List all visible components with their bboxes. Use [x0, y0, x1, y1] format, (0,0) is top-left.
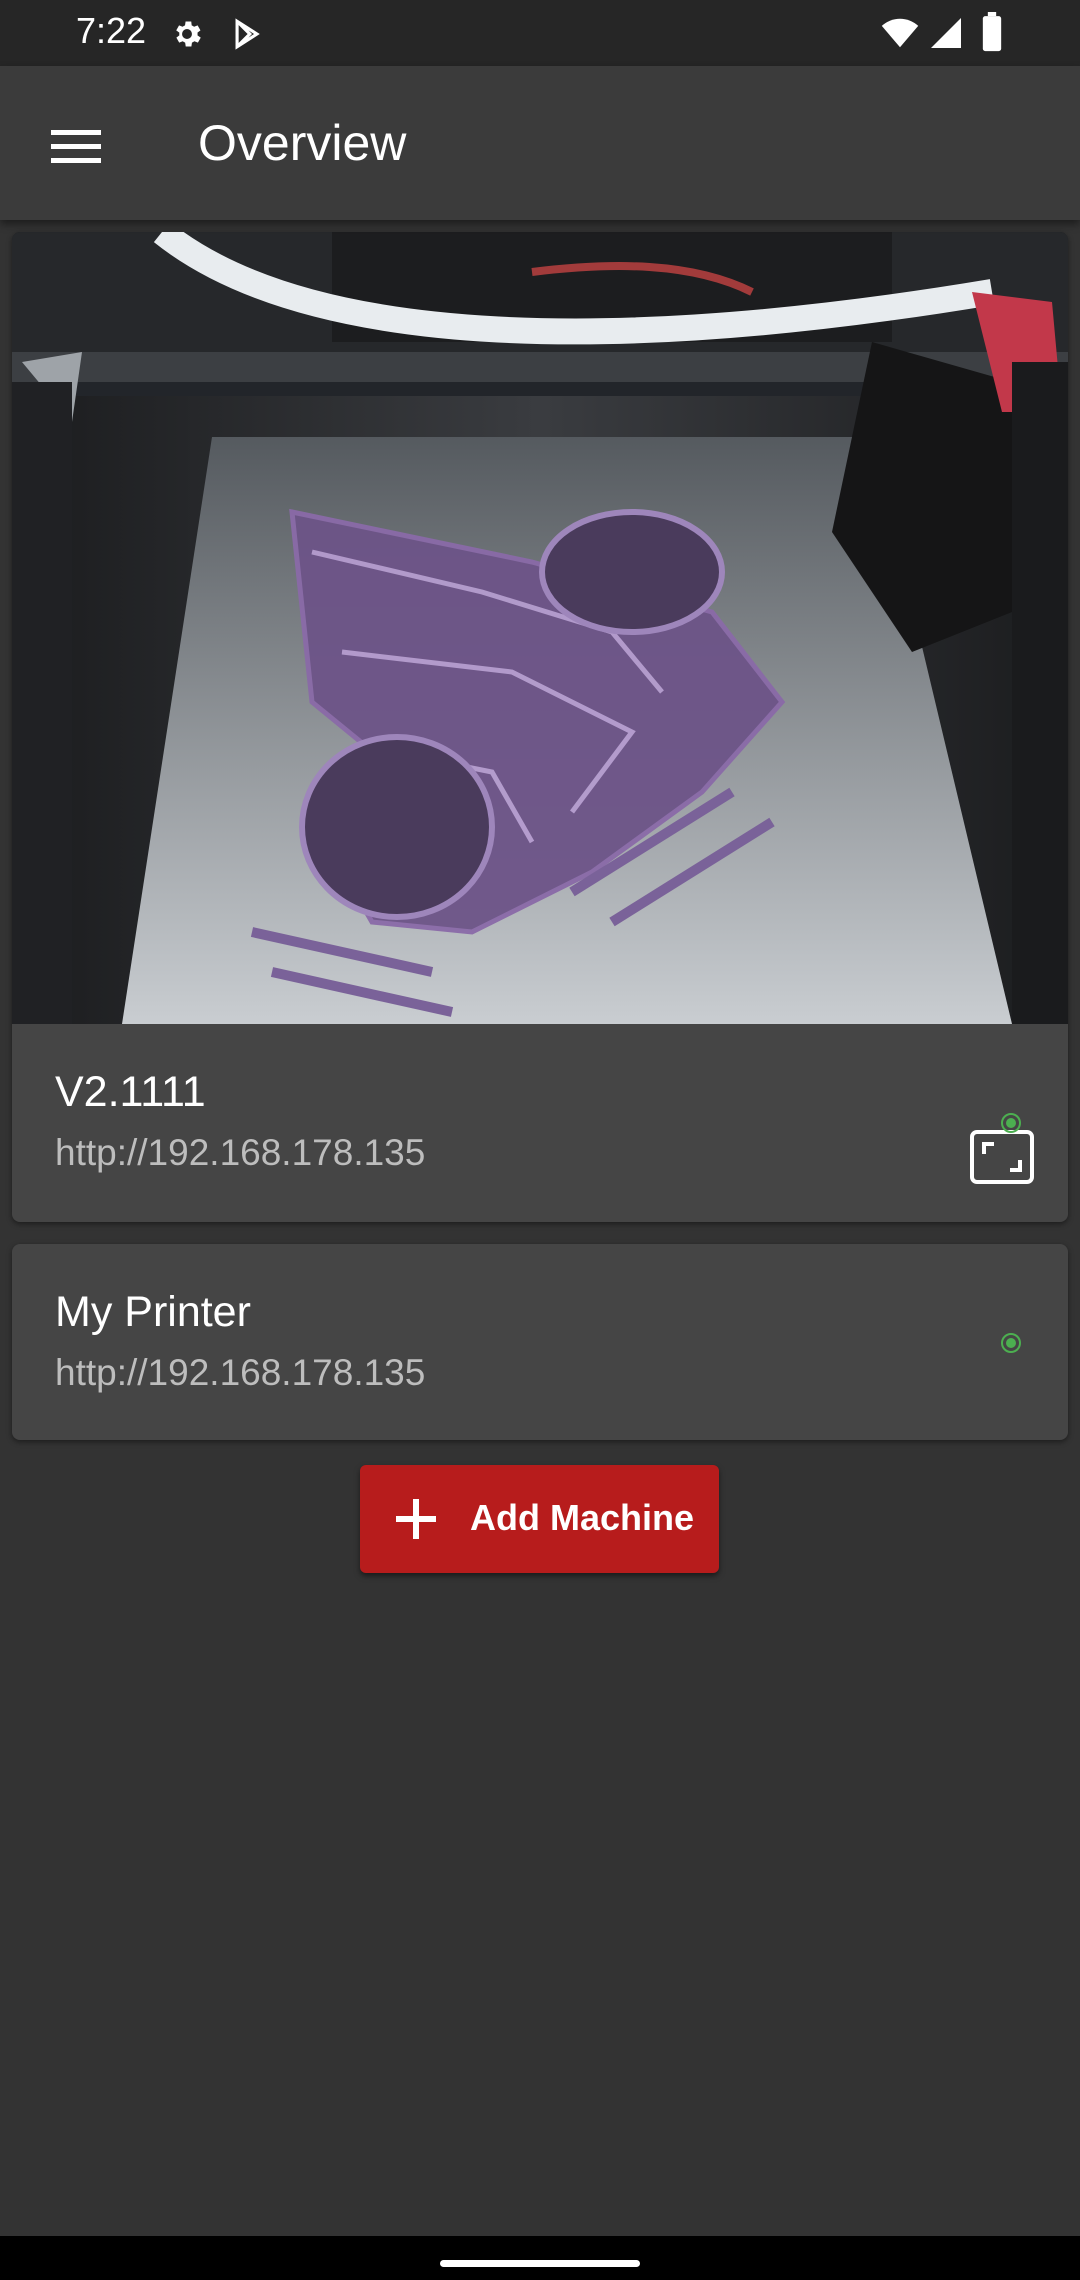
- plus-icon: [396, 1499, 436, 1539]
- menu-button[interactable]: [36, 106, 116, 186]
- online-status-icon: [1001, 1333, 1021, 1353]
- status-bar: 7:22: [0, 0, 1080, 66]
- play-store-icon: [235, 18, 260, 50]
- menu-icon: [51, 130, 101, 163]
- wifi-icon: [881, 18, 919, 48]
- navigation-bar: [0, 2236, 1080, 2280]
- machine-info[interactable]: My Printer http://192.168.178.135: [12, 1244, 1068, 1440]
- machine-url: http://192.168.178.135: [55, 1132, 426, 1173]
- machine-name: V2.1111: [55, 1068, 206, 1116]
- gear-icon: [176, 21, 201, 47]
- machine-info[interactable]: V2.1111 http://192.168.178.135: [12, 1024, 1068, 1220]
- machine-card[interactable]: V2.1111 http://192.168.178.135: [12, 232, 1068, 1222]
- status-time: 7:22: [76, 10, 147, 51]
- webcam-image[interactable]: [12, 232, 1068, 1024]
- signal-icon: [931, 18, 961, 48]
- add-machine-button[interactable]: Add Machine: [360, 1465, 719, 1573]
- home-gesture-handle[interactable]: [440, 2260, 640, 2267]
- machine-name: My Printer: [55, 1288, 251, 1336]
- machine-url: http://192.168.178.135: [55, 1352, 426, 1393]
- page-title: Overview: [198, 115, 407, 171]
- add-machine-label: Add Machine: [470, 1497, 695, 1538]
- machine-card[interactable]: My Printer http://192.168.178.135: [12, 1244, 1068, 1440]
- battery-icon: [982, 12, 1002, 52]
- online-status-icon: [1001, 1113, 1021, 1133]
- app-bar: Overview: [0, 66, 1080, 220]
